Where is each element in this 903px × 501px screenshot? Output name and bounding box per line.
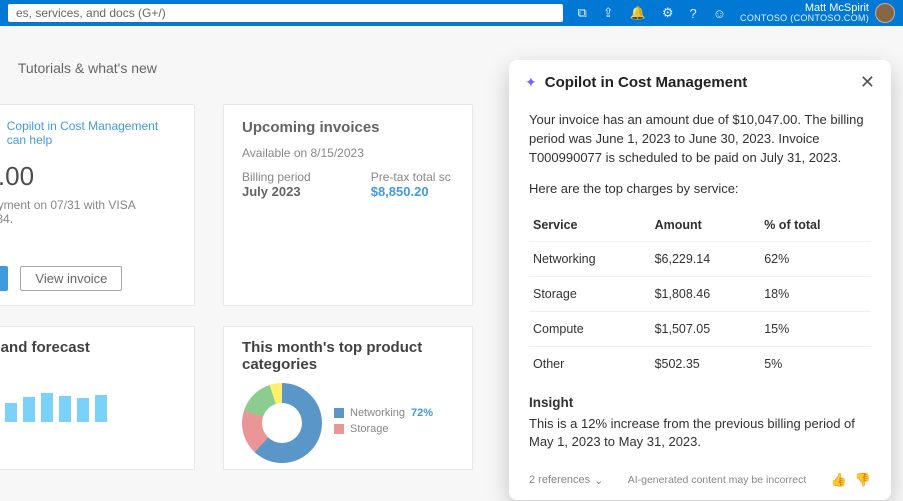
avatar[interactable] [875,3,895,23]
copilot-hint[interactable]: ✦ Copilot in Cost Management can help [0,119,176,147]
pretax-value: $8,850.20 [371,184,451,199]
shell-icon[interactable]: ⧉ [577,5,586,21]
pay-now-button[interactable]: w [0,266,8,291]
insight-heading: Insight [529,393,871,413]
global-top-bar: es, services, and docs (G+/) ⧉ ⇪ 🔔 ⚙ ? ☺… [0,0,903,26]
sparkle-icon: ✦ [525,74,537,91]
th-service: Service [529,210,651,241]
tab-tutorials[interactable]: Tutorials & what's new [18,60,157,84]
top-products-card: This month's top product categories Netw… [223,326,473,470]
chevron-down-icon: ⌄ [594,474,603,487]
amount-due-card: lue ✦ Copilot in Cost Management can hel… [0,104,195,306]
feedback-icon[interactable]: ☺ [713,6,726,21]
billing-period-value: July 2023 [242,184,311,199]
search-input[interactable]: es, services, and docs (G+/) [8,4,563,22]
table-row: Storage$1,808.4618% [529,276,871,311]
user-org: CONTOSO (CONTOSO.COM) [740,14,869,23]
charges-table: Service Amount % of total Networking$6,2… [529,210,871,381]
card-title: This month's top product categories [242,339,454,373]
th-pct: % of total [760,210,871,241]
close-icon[interactable]: ✕ [860,72,875,93]
search-placeholder: es, services, and docs (G+/) [16,6,166,20]
copilot-summary: Your invoice has an amount due of $10,04… [529,111,871,168]
view-invoice-button[interactable]: View invoice [20,266,122,291]
th-amount: Amount [651,210,761,241]
copilot-title: Copilot in Cost Management [545,74,852,91]
available-date: Available on 8/15/2023 [242,146,454,160]
notifications-icon[interactable]: 🔔 [630,5,646,21]
upcoming-invoices-card: Upcoming invoices Available on 8/15/2023… [223,104,473,306]
insight-text: This is a 12% increase from the previous… [529,415,871,453]
payment-sub: tic payment on 07/31 with VISA ***1234. [0,198,176,226]
topbar-icons: ⧉ ⇪ 🔔 ⚙ ? ☺ [577,5,726,21]
card-title: Upcoming invoices [242,119,454,136]
help-icon[interactable]: ? [690,6,697,21]
table-row: Networking$6,229.1462% [529,241,871,276]
page-content: Summary Tutorials & what's new lue ✦ Cop… [0,26,903,501]
forecast-bar-chart [0,368,176,422]
forecast-card: rate and forecast [0,326,195,470]
user-block[interactable]: Matt McSpirit CONTOSO (CONTOSO.COM) [740,3,869,24]
copilot-panel: ✦ Copilot in Cost Management ✕ Your invo… [509,60,891,500]
sparkle-icon: ✦ [0,126,1,140]
donut-chart [242,383,322,463]
directory-icon[interactable]: ⇪ [603,5,614,21]
pretax-label: Pre-tax total sc [371,170,451,184]
table-row: Other$502.355% [529,346,871,381]
references-toggle[interactable]: 2 references ⌄ [529,474,603,487]
thumbs-down-icon[interactable]: 👎 [855,472,871,488]
copilot-intro: Here are the top charges by service: [529,180,871,199]
donut-legend: Networking72% Storage [334,407,433,439]
settings-icon[interactable]: ⚙ [662,5,674,21]
amount-due-value: 47.00 [0,161,176,192]
ai-disclaimer: AI-generated content may be incorrect [611,474,822,486]
thumbs-up-icon[interactable]: 👍 [831,472,847,488]
billing-period-label: Billing period [242,170,311,184]
card-title: rate and forecast [0,339,176,356]
table-row: Compute$1,507.0515% [529,311,871,346]
